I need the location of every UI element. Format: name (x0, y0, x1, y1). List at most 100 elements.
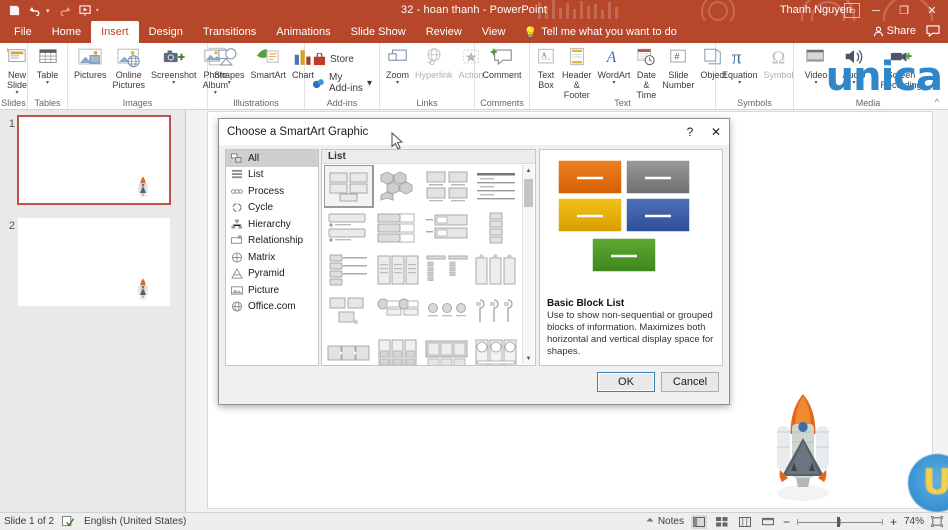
scrollbar-thumb[interactable] (524, 179, 533, 207)
zoom-in-button[interactable]: + (890, 515, 897, 529)
smartart-vertical-chevron-list[interactable] (325, 250, 373, 290)
zoom-level-label[interactable]: 74% (904, 516, 924, 527)
smartart-vertical-block-list[interactable] (472, 208, 520, 248)
ribbon-symbol-button[interactable]: Ω Symbol (761, 44, 797, 81)
comments-icon[interactable] (926, 25, 940, 37)
chevron-down-icon[interactable]: ▾ (15, 90, 18, 96)
tell-me-search[interactable]: 💡 Tell me what you want to do (515, 21, 676, 43)
category-hierarchy[interactable]: Hierarchy (226, 216, 318, 233)
smartart-circle-picture-list[interactable] (374, 292, 422, 332)
ribbon-store-button[interactable]: Store (308, 49, 358, 69)
smartart-hierarchy-list[interactable] (325, 292, 373, 332)
cancel-button[interactable]: Cancel (661, 372, 719, 392)
tab-slide-show[interactable]: Slide Show (341, 21, 416, 43)
slide-indicator[interactable]: Slide 1 of 2 (4, 516, 54, 527)
zoom-slider-thumb[interactable] (836, 516, 840, 527)
smartart-gallery[interactable]: List ▲ ▼ (321, 149, 536, 366)
category-office-com[interactable]: Office.com (226, 299, 318, 316)
restore-button[interactable]: ❐ (890, 0, 918, 21)
smartart-stacked-list[interactable] (374, 334, 422, 365)
ribbon-new-slide-button[interactable]: New Slide ▾ (3, 44, 31, 97)
reading-view-button[interactable] (737, 515, 753, 529)
chevron-down-icon[interactable]: ▾ (46, 80, 49, 86)
close-button[interactable]: ✕ (918, 0, 946, 21)
smartart-vertical-picture-accent[interactable] (472, 292, 520, 332)
ribbon-my-addins-button[interactable]: My Add-ins ▾ (308, 69, 376, 97)
zoom-out-button[interactable]: − (783, 515, 790, 529)
ribbon-zoom-button[interactable]: Zoom ▾ (383, 44, 412, 87)
smartart-tab-list[interactable] (472, 250, 520, 290)
dialog-help-icon[interactable]: ? (677, 119, 703, 145)
fit-slide-button[interactable] (931, 516, 943, 527)
ribbon-shapes-button[interactable]: Shapes ▾ (211, 44, 248, 87)
slide-preview-1[interactable] (17, 115, 171, 205)
ribbon-slide-number-button[interactable]: # Slide Number (659, 44, 697, 91)
ribbon-smartart-button[interactable]: SmartArt (248, 44, 290, 81)
account-name[interactable]: Thanh Nguyen (780, 4, 852, 16)
smartart-picture-strips[interactable] (472, 334, 520, 365)
spell-check-icon[interactable] (62, 516, 76, 527)
category-picture[interactable]: Picture (226, 282, 318, 299)
category-all[interactable]: All (226, 150, 318, 167)
category-list[interactable]: All List Process Cycle Hierarchy Relatio… (225, 149, 319, 366)
category-relationship[interactable]: Relationship (226, 233, 318, 250)
ribbon-table-button[interactable]: Table ▾ (31, 44, 64, 87)
zoom-slider[interactable] (796, 516, 883, 528)
category-cycle[interactable]: Cycle (226, 200, 318, 217)
ribbon-pictures-button[interactable]: Pictures (71, 44, 110, 81)
normal-view-button[interactable] (690, 514, 707, 529)
rocket-image-large[interactable] (768, 392, 838, 502)
chevron-down-icon[interactable]: ▾ (612, 80, 615, 86)
ribbon-equation-button[interactable]: π Equation ▾ (719, 44, 761, 87)
share-button[interactable]: Share (873, 25, 916, 37)
tab-home[interactable]: Home (42, 21, 91, 43)
category-matrix[interactable]: Matrix (226, 249, 318, 266)
smartart-continuous-picture-list[interactable] (325, 334, 373, 365)
ok-button[interactable]: OK (597, 372, 655, 392)
chevron-down-icon[interactable]: ▾ (396, 80, 399, 86)
tab-design[interactable]: Design (139, 21, 193, 43)
smartart-basic-block-list[interactable] (324, 165, 375, 208)
scroll-down-icon[interactable]: ▼ (523, 353, 534, 364)
slide-thumbnail-panel[interactable]: 1 2 (0, 110, 186, 512)
ribbon-display-options-icon[interactable]: ▭ (844, 3, 860, 18)
ribbon-date-time-button[interactable]: Date & Time (633, 44, 659, 101)
smartart-descending-block-list[interactable] (423, 334, 471, 365)
tab-insert[interactable]: Insert (91, 21, 139, 43)
ribbon-hyperlink-button[interactable]: Hyperlink (412, 44, 456, 81)
smartart-vertical-box-list[interactable] (374, 208, 422, 248)
slide-preview-2[interactable] (18, 218, 170, 306)
ribbon-screen-recording-button[interactable]: Screen Recording (873, 44, 929, 91)
smartart-grouped-list[interactable] (374, 250, 422, 290)
scroll-up-icon[interactable]: ▲ (523, 165, 534, 176)
slide-sorter-button[interactable] (714, 515, 730, 529)
chevron-down-icon[interactable]: ▾ (814, 80, 817, 86)
category-process[interactable]: Process (226, 183, 318, 200)
smartart-horizontal-picture-list[interactable] (423, 292, 471, 332)
dialog-close-icon[interactable]: ✕ (703, 119, 729, 145)
chevron-down-icon[interactable]: ▾ (367, 78, 372, 89)
ribbon-online-pictures-button[interactable]: Online Pictures (110, 44, 149, 91)
category-pyramid[interactable]: Pyramid (226, 266, 318, 283)
language-indicator[interactable]: English (United States) (84, 516, 186, 527)
smartart-picture-caption-list[interactable] (423, 166, 471, 206)
gallery-scrollbar[interactable]: ▲ ▼ (522, 165, 534, 364)
notes-button[interactable]: Notes (645, 516, 684, 527)
ribbon-header-footer-button[interactable]: Header & Footer (559, 44, 595, 101)
tab-view[interactable]: View (472, 21, 516, 43)
slide-thumbnail-2[interactable]: 2 (4, 218, 170, 306)
chevron-down-icon[interactable]: ▾ (172, 80, 175, 86)
smartart-horizontal-multi-level[interactable] (423, 250, 471, 290)
slide-show-button[interactable] (760, 515, 776, 529)
ribbon-text-box-button[interactable]: A Text Box (533, 44, 559, 91)
smartart-horizontal-bullet-list[interactable] (423, 208, 471, 248)
ribbon-comment-button[interactable]: Comment (478, 44, 526, 81)
smartart-alternating-hexagons[interactable] (374, 166, 422, 206)
chevron-down-icon[interactable]: ▾ (228, 80, 231, 86)
ribbon-audio-button[interactable]: Audio ▾ (835, 44, 873, 87)
ribbon-wordart-button[interactable]: A WordArt ▾ (595, 44, 634, 87)
chevron-down-icon[interactable]: ▾ (738, 80, 741, 86)
tab-file[interactable]: File (4, 21, 42, 43)
ribbon-screenshot-button[interactable]: Screenshot ▾ (148, 44, 200, 87)
ribbon-video-button[interactable]: Video ▾ (797, 44, 835, 87)
